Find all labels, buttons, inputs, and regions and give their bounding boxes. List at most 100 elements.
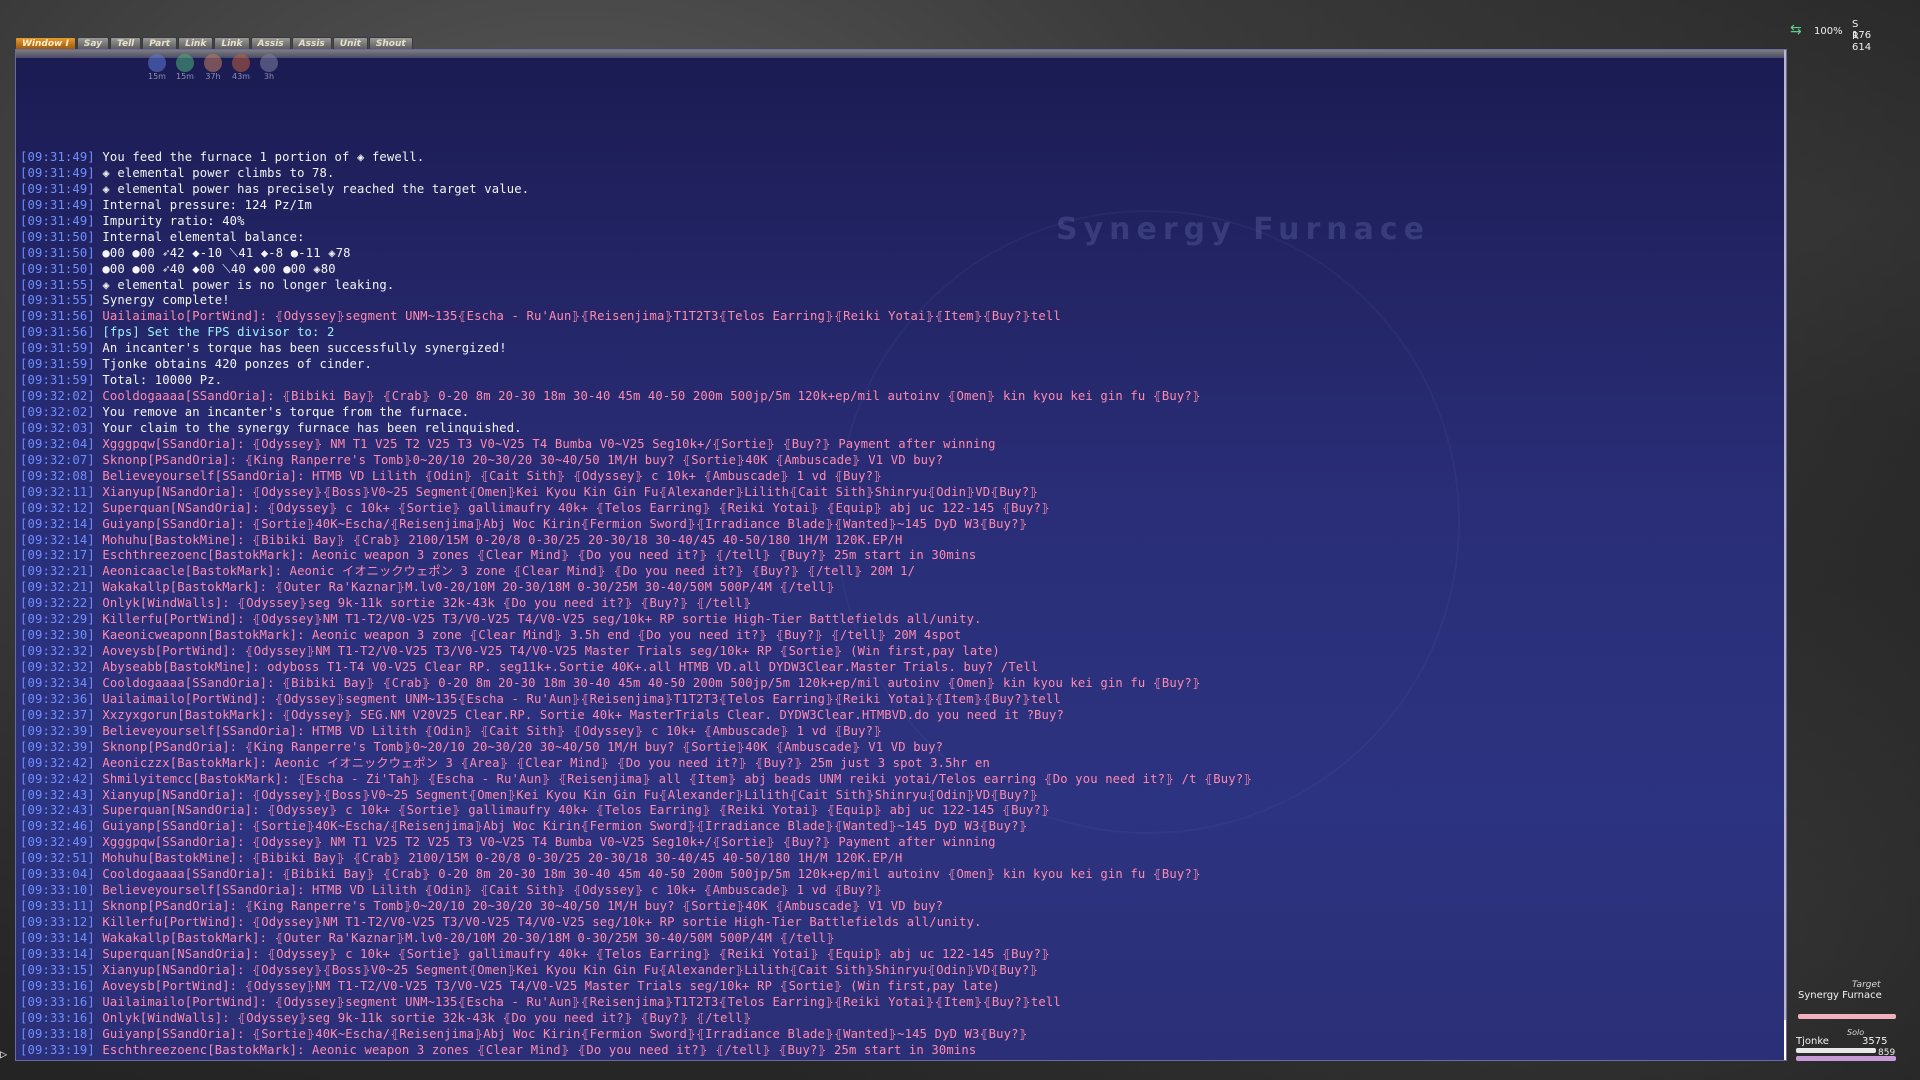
chat-timestamp: 09:32:51 xyxy=(27,851,88,866)
chat-message: Xianyup[NSandOria]: ⦃Odyssey⦄⦃Boss⦄V0~25… xyxy=(102,962,1039,977)
chat-message: Xgggpqw[SSandOria]: ⦃Odyssey⦄ NM T1 V25 … xyxy=(102,436,996,451)
status-effect: 43m xyxy=(230,54,252,82)
chat-message: Mohuhu[BastokMine]: ⦃Bibiki Bay⦄ ⦃Crab⦄ … xyxy=(102,851,903,866)
direction-arrow-icon: ⇆ xyxy=(1790,22,1802,38)
chat-message: Synergy complete! xyxy=(102,293,230,308)
timestamp-bracket: [ xyxy=(20,946,28,961)
chat-timestamp: 09:31:55 xyxy=(27,277,88,292)
chat-input-cursor-icon[interactable]: ▷ xyxy=(0,1048,12,1060)
chat-line: [09:32:32] Aoveysb[PortWind]: ⦃Odyssey⦄N… xyxy=(20,644,1770,660)
status-effect: 15m xyxy=(146,54,168,82)
chat-message: Internal elemental balance: xyxy=(102,229,305,244)
target-name[interactable]: Synergy Furnace xyxy=(1798,990,1898,1001)
chat-timestamp: 09:32:32 xyxy=(27,660,88,674)
timestamp-bracket: ] xyxy=(87,516,103,531)
buff-icon xyxy=(176,54,194,72)
chat-message: Superquan[NSandOria]: ⦃Odyssey⦄ c 10k+ ⦃… xyxy=(102,803,1051,818)
status-effect-timer: 3h xyxy=(263,72,275,81)
timestamp-bracket: ] xyxy=(87,452,103,467)
chat-timestamp: 09:32:34 xyxy=(27,675,88,690)
timestamp-bracket: [ xyxy=(20,564,28,579)
timestamp-bracket: [ xyxy=(20,484,28,499)
chat-message: Killerfu[PortWind]: ⦃Odyssey⦄NM T1-T2/V0… xyxy=(102,612,982,627)
chat-timestamp: 09:32:17 xyxy=(27,548,88,563)
chat-timestamp: 09:33:15 xyxy=(27,962,88,977)
chat-log-window[interactable]: 15m 15m 37h 43m 3h Synergy Furnace [09:31:49… xyxy=(15,49,1787,1061)
timestamp-bracket: ] xyxy=(87,245,103,260)
chat-message: You remove an incanter's torque from the… xyxy=(102,405,470,419)
chat-timestamp: 09:32:36 xyxy=(27,691,88,706)
timestamp-bracket: ] xyxy=(87,675,103,690)
chat-message: Believeyourself[SSandOria]: HTMB VD Lili… xyxy=(102,723,883,738)
chat-message: Total: 10000 Pz. xyxy=(102,373,223,388)
chat-message: [fps] Set the FPS divisor to: 2 xyxy=(102,325,335,340)
timestamp-bracket: ] xyxy=(87,436,103,451)
timestamp-bracket: ] xyxy=(87,739,103,754)
timestamp-bracket: ] xyxy=(87,165,103,180)
timestamp-bracket: ] xyxy=(87,628,103,643)
chat-message: ●00 ●00 ➶42 ◆-10 ⟍41 ◆-8 ●-11 ◈78 xyxy=(102,245,351,260)
status-effect-timer: 43m xyxy=(232,72,250,81)
chat-line: [09:33:04] Cooldogaaaa[SSandOria]: ⦃Bibi… xyxy=(20,867,1770,883)
timestamp-bracket: ] xyxy=(87,484,103,499)
timestamp-bracket: ] xyxy=(87,851,103,866)
timestamp-bracket: ] xyxy=(87,1042,103,1057)
timestamp-bracket: [ xyxy=(20,596,28,611)
chat-message: Mohuhu[BastokMine]: ⦃Bibiki Bay⦄ ⦃Crab⦄ … xyxy=(102,532,903,547)
status-effect: 15m xyxy=(174,54,196,82)
timestamp-bracket: [ xyxy=(20,309,28,324)
chat-line: [09:31:59] Tjonke obtains 420 ponzes of … xyxy=(20,357,1770,373)
chat-timestamp: 09:31:49 xyxy=(27,197,88,212)
timestamp-bracket: [ xyxy=(20,420,28,435)
chat-message: Uailaimailo[PortWind]: ⦃Odyssey⦄segment … xyxy=(102,994,1061,1009)
timestamp-bracket: ] xyxy=(87,420,103,435)
timestamp-bracket: ] xyxy=(87,1026,103,1041)
chat-timestamp: 09:33:16 xyxy=(27,1010,88,1025)
timestamp-bracket: ] xyxy=(87,596,103,611)
chat-timestamp: 09:33:14 xyxy=(27,946,88,961)
timestamp-bracket: ] xyxy=(87,341,103,356)
chat-scrollbar[interactable] xyxy=(1784,50,1786,1060)
timestamp-bracket: [ xyxy=(20,1042,28,1057)
chat-line: [09:32:17] Eschthreezoenc[BastokMark]: A… xyxy=(20,548,1770,564)
chat-line: [09:33:10] Believeyourself[SSandOria]: H… xyxy=(20,883,1770,899)
timestamp-bracket: [ xyxy=(20,293,28,308)
player-name[interactable]: Tjonke xyxy=(1796,1036,1829,1047)
chat-line: [09:31:49] ◈ elemental power climbs to 7… xyxy=(20,166,1770,182)
chat-message: Xxzyxgorun[BastokMark]: ⦃Odyssey⦄ SEG.NM… xyxy=(102,707,1065,722)
timestamp-bracket: [ xyxy=(20,803,28,818)
timestamp-bracket: [ xyxy=(20,181,28,196)
timestamp-bracket: ] xyxy=(87,930,103,945)
chat-timestamp: 09:32:08 xyxy=(27,468,88,483)
chat-message: Onlyk[WindWalls]: ⦃Odyssey⦄seg 9k-11k so… xyxy=(102,1010,752,1025)
chat-timestamp: 09:32:39 xyxy=(27,723,88,738)
timestamp-bracket: [ xyxy=(20,978,28,993)
timestamp-bracket: ] xyxy=(87,787,103,802)
chat-message: You feed the furnace 1 portion of ◈ fewe… xyxy=(102,150,425,164)
timestamp-bracket: [ xyxy=(20,851,28,866)
chat-timestamp: 09:32:43 xyxy=(27,803,88,818)
timestamp-bracket: ] xyxy=(87,803,103,818)
chat-log: [09:31:49] You feed the furnace 1 portio… xyxy=(20,150,1770,1058)
chat-message: Uailaimailo[PortWind]: ⦃Odyssey⦄segment … xyxy=(102,309,1061,324)
timestamp-bracket: ] xyxy=(87,612,103,627)
buff-icon xyxy=(204,54,222,72)
chat-message: Guiyanp[SSandOria]: ⦃Sortie⦄40K~Escha/⦃R… xyxy=(102,516,1028,531)
chat-line: [09:32:14] Guiyanp[SSandOria]: ⦃Sortie⦄4… xyxy=(20,517,1770,533)
chat-line: [09:33:11] Sknonp[PSandOria]: ⦃King Ranp… xyxy=(20,899,1770,915)
timestamp-bracket: ] xyxy=(87,819,103,834)
timestamp-bracket: ] xyxy=(87,293,103,308)
chat-timestamp: 09:32:11 xyxy=(27,484,88,499)
chat-message: Guiyanp[SSandOria]: ⦃Sortie⦄40K~Escha/⦃R… xyxy=(102,819,1028,834)
chat-scrollbar-thumb[interactable] xyxy=(1784,1020,1786,1060)
timestamp-bracket: ] xyxy=(87,835,103,850)
chat-timestamp: 09:31:49 xyxy=(27,165,88,180)
chat-line: [09:32:39] Believeyourself[SSandOria]: H… xyxy=(20,724,1770,740)
chat-message: Eschthreezoenc[BastokMark]: Aeonic weapo… xyxy=(102,548,977,563)
chat-window-header xyxy=(16,50,1786,58)
chat-message: ◈ elemental power has precisely reached … xyxy=(102,181,530,196)
player-hp-bar xyxy=(1796,1048,1876,1053)
chat-line: [09:31:55] Synergy complete! xyxy=(20,293,1770,309)
timestamp-bracket: [ xyxy=(20,644,28,659)
chat-line: [09:32:42] Shmilyitemcc[BastokMark]: ⦃Es… xyxy=(20,772,1770,788)
